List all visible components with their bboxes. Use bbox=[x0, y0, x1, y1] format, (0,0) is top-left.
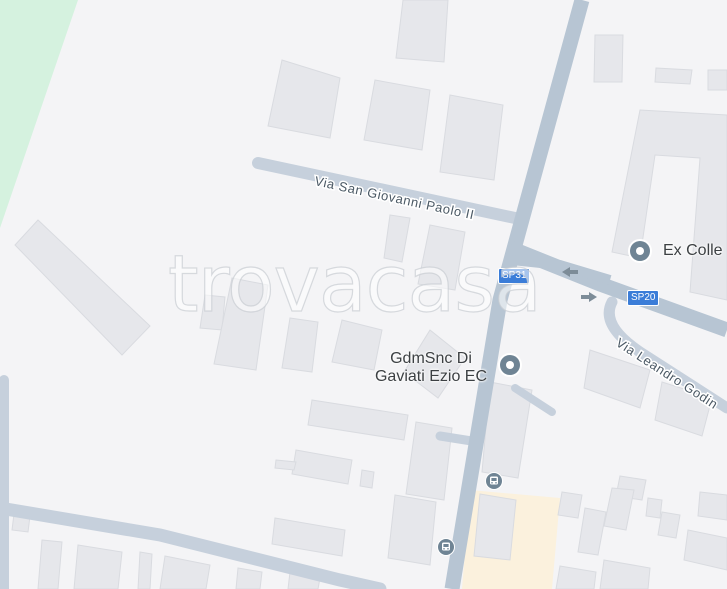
building bbox=[683, 529, 727, 571]
building bbox=[603, 487, 635, 531]
building bbox=[267, 59, 341, 139]
building bbox=[645, 497, 663, 519]
street-label-via-san-giovanni: Via San Giovanni Paolo II bbox=[313, 173, 475, 222]
building bbox=[657, 511, 681, 539]
building bbox=[137, 551, 153, 589]
building bbox=[37, 539, 63, 589]
building bbox=[611, 109, 727, 301]
bus-stop-icon[interactable] bbox=[485, 472, 503, 490]
building bbox=[359, 469, 375, 489]
building bbox=[213, 277, 269, 371]
building bbox=[395, 0, 449, 63]
building bbox=[577, 507, 607, 556]
road-shield-sp31: SP31 bbox=[498, 268, 531, 284]
map-pin-icon[interactable] bbox=[628, 239, 652, 263]
building bbox=[439, 94, 504, 181]
poi-label-gdm-line2: Gaviati Ezio EC bbox=[374, 368, 488, 385]
building bbox=[235, 567, 263, 589]
building bbox=[417, 224, 466, 291]
building bbox=[281, 317, 319, 373]
map-layer: Via San Giovanni Paolo II Via Leandro Go… bbox=[0, 0, 727, 589]
building bbox=[654, 67, 693, 85]
building bbox=[199, 294, 226, 331]
building bbox=[555, 565, 597, 589]
building bbox=[707, 69, 727, 91]
building bbox=[73, 544, 123, 589]
arrow-right-icon bbox=[581, 292, 597, 302]
building bbox=[291, 449, 353, 485]
building bbox=[593, 34, 624, 83]
road-shield-sp20: SP20 bbox=[627, 290, 660, 306]
poi-label-gdm[interactable]: GdmSnc Di Gaviati Ezio EC bbox=[368, 350, 494, 386]
building bbox=[473, 493, 517, 561]
building bbox=[363, 79, 431, 151]
park-area bbox=[0, 0, 78, 228]
building bbox=[274, 459, 297, 471]
building bbox=[387, 494, 437, 566]
building bbox=[271, 517, 346, 557]
building bbox=[159, 555, 211, 589]
building bbox=[14, 219, 151, 356]
building bbox=[697, 491, 727, 521]
building bbox=[307, 399, 409, 441]
map-pin-icon[interactable] bbox=[498, 353, 522, 377]
poi-label-ex-colle[interactable]: Ex Colle bbox=[663, 242, 723, 260]
poi-label-gdm-line1: GdmSnc Di bbox=[390, 350, 472, 367]
building bbox=[383, 214, 411, 263]
building bbox=[557, 491, 583, 519]
map-canvas[interactable]: Via San Giovanni Paolo II Via Leandro Go… bbox=[0, 0, 727, 589]
bus-stop-icon[interactable] bbox=[437, 538, 455, 556]
building bbox=[599, 559, 651, 589]
